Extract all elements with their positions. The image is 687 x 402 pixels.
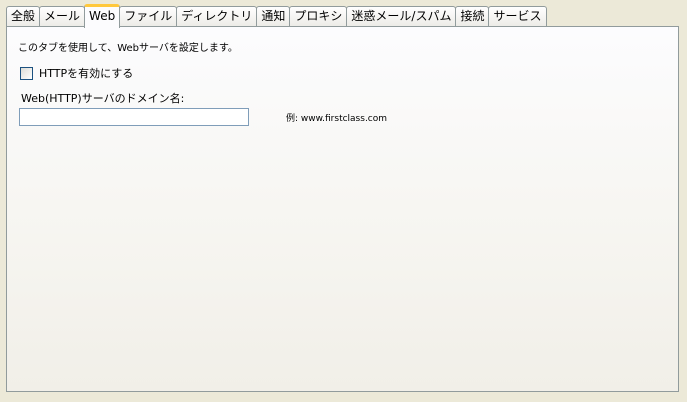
tab-strip: 全般 メール Web ファイル ディレクトリ 通知 プロキシ 迷惑メール/スパム… xyxy=(6,4,547,28)
web-settings-window: 全般 メール Web ファイル ディレクトリ 通知 プロキシ 迷惑メール/スパム… xyxy=(0,0,687,402)
tab-description: このタブを使用して、Webサーバを設定します。 xyxy=(18,43,238,54)
tab-web[interactable]: Web xyxy=(84,4,121,28)
tab-mail[interactable]: メール xyxy=(39,6,86,27)
tab-spam[interactable]: 迷惑メール/スパム xyxy=(346,6,457,27)
domain-name-label: Web(HTTP)サーバのドメイン名: xyxy=(21,92,185,105)
enable-http-row[interactable]: HTTPを有効にする xyxy=(20,65,133,81)
enable-http-checkbox[interactable] xyxy=(20,66,33,80)
domain-name-input[interactable] xyxy=(19,108,249,126)
enable-http-label[interactable]: HTTPを有効にする xyxy=(39,65,133,81)
tab-proxy[interactable]: プロキシ xyxy=(289,6,348,27)
tab-general[interactable]: 全般 xyxy=(6,6,41,27)
tab-notification[interactable]: 通知 xyxy=(256,6,291,27)
web-tab-panel: このタブを使用して、Webサーバを設定します。 HTTPを有効にする Web(H… xyxy=(6,26,679,392)
tab-services[interactable]: サービス xyxy=(488,6,547,27)
domain-example-text: 例: www.firstclass.com xyxy=(286,114,388,124)
tab-file[interactable]: ファイル xyxy=(119,6,178,27)
tab-connection[interactable]: 接続 xyxy=(455,6,490,27)
tab-directory[interactable]: ディレクトリ xyxy=(176,6,258,27)
